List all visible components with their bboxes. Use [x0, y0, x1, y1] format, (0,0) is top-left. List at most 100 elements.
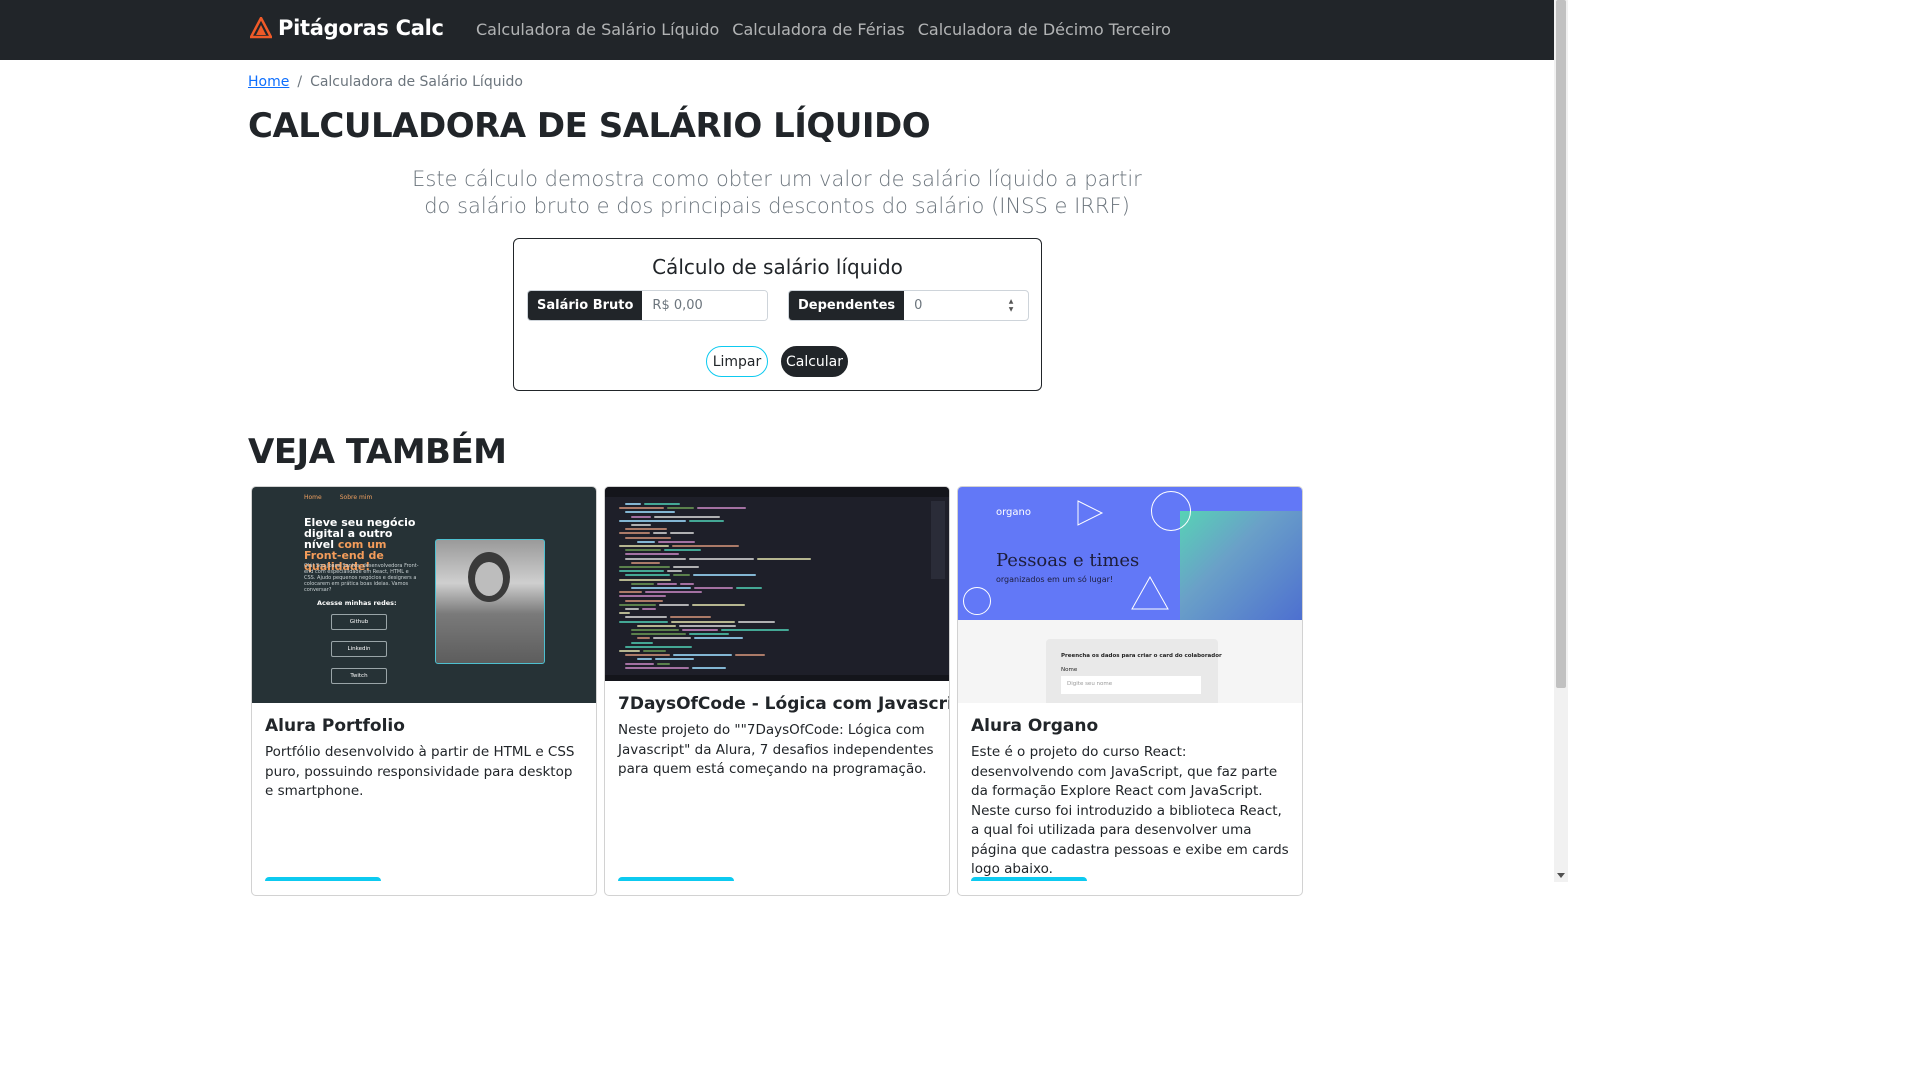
code-line-segment [619, 507, 664, 510]
calculator-title: Cálculo de salário líquido [652, 255, 903, 279]
breadcrumb-current: Calculadora de Salário Líquido [310, 74, 523, 90]
code-line-segment [619, 519, 686, 522]
dependentes-input[interactable]: 0 [904, 291, 1004, 320]
brand-link[interactable]: Pitágoras Calc [250, 16, 444, 40]
code-line-segment [680, 582, 694, 585]
code-line-segment [631, 524, 651, 526]
dependentes-label: Dependentes [789, 291, 905, 320]
calcular-button[interactable]: Calcular [781, 346, 848, 377]
code-line-segment [619, 591, 642, 594]
code-line-segment [619, 578, 671, 581]
nav-link-decimo-terceiro[interactable]: Calculadora de Décimo Terceiro [918, 20, 1171, 39]
limpar-button[interactable]: Limpar [706, 346, 768, 377]
code-line-segment [657, 662, 670, 665]
card-1-button[interactable] [265, 877, 381, 881]
code-line-segment [631, 633, 686, 636]
code-line-segment [667, 570, 682, 573]
organo-form-title: Preencha os dados para criar o card do c… [1061, 653, 1222, 659]
nav-link-salario-liquido[interactable]: Calculadora de Salário Líquido [476, 20, 719, 39]
code-line-segment [637, 624, 676, 627]
code-line-segment [625, 599, 663, 602]
organo-preview-image: organo Pessoas e times organizados em um… [958, 487, 1302, 703]
stepper-up-icon[interactable]: ▲ [1009, 298, 1014, 305]
portfolio-preview-nav: Home Sobre mim [304, 494, 372, 501]
code-line-segment [667, 507, 694, 510]
page-lead: Este cálculo demostra como obter um valo… [412, 167, 1142, 218]
code-line-segment [625, 574, 670, 577]
portfolio-preview-face-shape [475, 562, 503, 596]
card-text: Portfólio desenvolvido à partir de HTML … [265, 744, 575, 799]
code-line-segment [645, 591, 702, 594]
project-card-alura-organo: organo Pessoas e times organizados em um… [957, 486, 1303, 896]
breadcrumb-home-link[interactable]: Home [248, 74, 289, 90]
code-line-segment [625, 557, 686, 560]
code-line-segment [625, 536, 671, 539]
code-line-segment [670, 532, 694, 535]
code-line-segment [721, 629, 789, 631]
salario-bruto-group: Salário Bruto R$ 0,00 [527, 290, 768, 321]
card-3-button[interactable] [971, 877, 1087, 881]
code-line-segment [625, 553, 679, 556]
card-title: 7DaysOfCode - Lógica com Javascript [618, 694, 950, 714]
code-line-segment [673, 566, 699, 568]
card-title: Alura Organo [971, 716, 1099, 736]
code-line-segment [619, 566, 670, 568]
code-line-segment [697, 507, 746, 510]
code-line-segment [637, 637, 650, 640]
code-line-segment [653, 637, 691, 640]
code-line-segment [643, 650, 666, 652]
code-line-segment [644, 503, 680, 505]
organo-subtitle: organizados em um só lugar! [996, 575, 1114, 584]
code-line-segment [619, 545, 669, 547]
code-line-segment [689, 557, 754, 560]
editor-statusbar [605, 675, 949, 681]
code-line-segment [654, 515, 720, 518]
code-line-segment [625, 528, 667, 531]
code-line-segment [657, 582, 677, 585]
code-line-segment [631, 629, 679, 631]
portfolio-preview-nav-home: Home [304, 494, 322, 501]
organo-circle-small-shape [963, 587, 991, 615]
breadcrumb: Home / Calculadora de Salário Líquido [248, 74, 523, 90]
code-line-segment [664, 549, 701, 552]
stepper-down-icon[interactable]: ▼ [1009, 306, 1014, 313]
code-line-segment [637, 658, 652, 661]
card-body: Alura Portfolio Portfólio desenvolvido à… [252, 703, 596, 815]
navbar: Pitágoras Calc Calculadora de Salário Lí… [0, 0, 1554, 60]
card-body: 7DaysOfCode - Lógica com Javascript Nest… [605, 681, 949, 793]
breadcrumb-separator: / [297, 74, 303, 90]
code-line-segment [689, 633, 729, 636]
page-scrollbar[interactable] [1554, 0, 1568, 882]
organo-title: Pessoas e times [996, 550, 1140, 571]
code-line-segment [625, 511, 675, 514]
code-line-segment [625, 662, 654, 665]
code-line-segment [631, 587, 691, 589]
organo-circle-shape [1151, 491, 1191, 531]
organo-banner: organo Pessoas e times organizados em um… [958, 487, 1302, 620]
code-line-segment [631, 561, 660, 564]
card-text: Neste projeto do ""7DaysOfCode: Lógica c… [618, 722, 934, 777]
card-body: Alura Organo Este é o projeto do curso R… [958, 703, 1302, 893]
editor-minimap [931, 501, 945, 579]
section-title-veja-tambem: VEJA TAMBÉM [248, 432, 507, 472]
portfolio-preview-social-title: Acesse minhas redes: [317, 599, 397, 607]
portfolio-preview-image: Home Sobre mim Eleve seu negócio digital… [252, 487, 596, 703]
portfolio-preview-twitch-button: Twitch [331, 668, 387, 684]
brand-name: Pitágoras Calc [278, 16, 444, 40]
code-line-segment [757, 557, 811, 560]
code-line-segment [682, 629, 718, 631]
editor-titlebar [605, 487, 949, 497]
card-2-button[interactable] [618, 877, 734, 881]
dependentes-stepper[interactable]: ▲ ▼ [1004, 291, 1018, 320]
salario-bruto-input[interactable]: R$ 0,00 [642, 291, 767, 320]
organo-form-input: Digite seu nome [1061, 676, 1201, 694]
code-line-segment [625, 645, 692, 648]
scroll-down-arrow-icon[interactable] [1557, 873, 1565, 878]
organo-banner-photo [1180, 511, 1302, 620]
card-text: Este é o projeto do curso React: desenvo… [971, 744, 1289, 877]
code-line-segment [693, 574, 756, 577]
code-line-segment [673, 574, 690, 577]
code-line-segment [631, 641, 653, 644]
nav-link-ferias[interactable]: Calculadora de Férias [732, 20, 904, 39]
scrollbar-thumb[interactable] [1556, 0, 1566, 688]
